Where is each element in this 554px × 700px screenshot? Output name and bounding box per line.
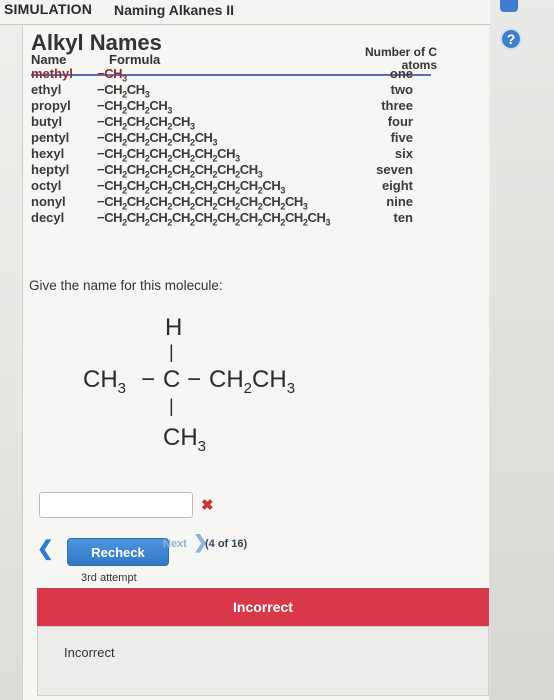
question-prompt: Give the name for this molecule:: [29, 278, 223, 293]
alkyl-name: ethyl: [31, 82, 62, 97]
feedback-text: Incorrect: [64, 645, 115, 660]
alkyl-name: nonyl: [31, 194, 66, 209]
simulation-header: SIMULATION Naming Alkanes II: [0, 0, 490, 25]
alkyl-formula: −CH2CH2CH2CH2CH2CH2CH3: [97, 162, 263, 180]
carbon-count: one: [389, 66, 413, 81]
alkyl-formula: −CH2CH2CH2CH3: [97, 114, 195, 132]
alkyl-name: methyl: [31, 66, 73, 81]
group-right: CH2CH3: [209, 366, 296, 397]
right-rail: [490, 0, 554, 700]
alkyl-name: decyl: [31, 210, 65, 225]
group-bottom: CH3: [163, 424, 207, 455]
alkyl-formula: −CH2CH2CH2CH2CH2CH3: [97, 146, 240, 164]
carbon-count: nine: [386, 194, 413, 209]
alkyl-name: octyl: [31, 178, 62, 193]
previous-chevron-icon[interactable]: ❮: [37, 536, 54, 561]
alkyl-name: propyl: [31, 98, 71, 113]
atom-top: H: [165, 314, 183, 341]
group-left: CH3: [83, 366, 127, 397]
alkyl-formula: −CH2CH2CH3: [97, 98, 172, 116]
carbon-count: eight: [381, 178, 413, 193]
incorrect-banner: Incorrect: [37, 588, 489, 626]
alkyl-name: heptyl: [31, 162, 70, 177]
alkyl-formula: −CH3: [97, 66, 127, 84]
question-card: Alkyl Names Name Formula Number of C ato…: [22, 26, 489, 700]
carbon-count: four: [387, 114, 413, 129]
alkyl-name: pentyl: [31, 130, 70, 145]
bond-right: −: [187, 366, 202, 393]
column-header-name: Name: [31, 52, 67, 67]
carbon-count: six: [394, 146, 413, 161]
molecule-structure: H | CH3 − C − CH2CH3 | CH3: [83, 306, 343, 476]
carbon-count: seven: [376, 162, 413, 177]
simulation-title: Naming Alkanes II: [114, 2, 235, 18]
alkyl-formula: −CH2CH2CH2CH2CH2CH2CH2CH3: [97, 178, 285, 196]
bond-top: |: [169, 342, 174, 362]
alkyl-formula: −CH2CH2CH2CH2CH2CH2CH2CH2CH3: [97, 194, 308, 212]
bond-bottom: |: [169, 396, 174, 416]
carbon-count: three: [381, 98, 413, 113]
carbon-count: ten: [393, 210, 414, 225]
alkyl-formula: −CH2CH2CH2CH2CH2CH2CH2CH2CH2CH3: [97, 210, 331, 228]
question-progress: (4 of 16): [205, 538, 248, 550]
alkyl-formula: −CH2CH3: [97, 82, 150, 100]
answer-input[interactable]: [39, 492, 193, 518]
page: SIMULATION Naming Alkanes II ? Alkyl Nam…: [0, 0, 554, 700]
carbon-count: two: [390, 82, 413, 97]
alkyl-name: hexyl: [31, 146, 65, 161]
simulation-tag: SIMULATION: [4, 1, 93, 17]
attempt-count: 3rd attempt: [81, 572, 137, 584]
help-icon[interactable]: ?: [500, 28, 522, 50]
column-header-formula: Formula: [109, 52, 161, 67]
atom-center: C: [163, 366, 181, 393]
carbon-count: five: [390, 130, 413, 145]
recheck-button[interactable]: Recheck: [67, 538, 169, 566]
next-button[interactable]: Next: [163, 538, 187, 550]
alkyl-name: butyl: [31, 114, 63, 129]
bond-left: −: [141, 366, 156, 393]
alkyl-formula: −CH2CH2CH2CH2CH3: [97, 130, 218, 148]
rail-tab[interactable]: [500, 0, 518, 12]
feedback-panel: Incorrect: [37, 626, 489, 696]
x-mark-icon: ✖: [201, 497, 214, 514]
